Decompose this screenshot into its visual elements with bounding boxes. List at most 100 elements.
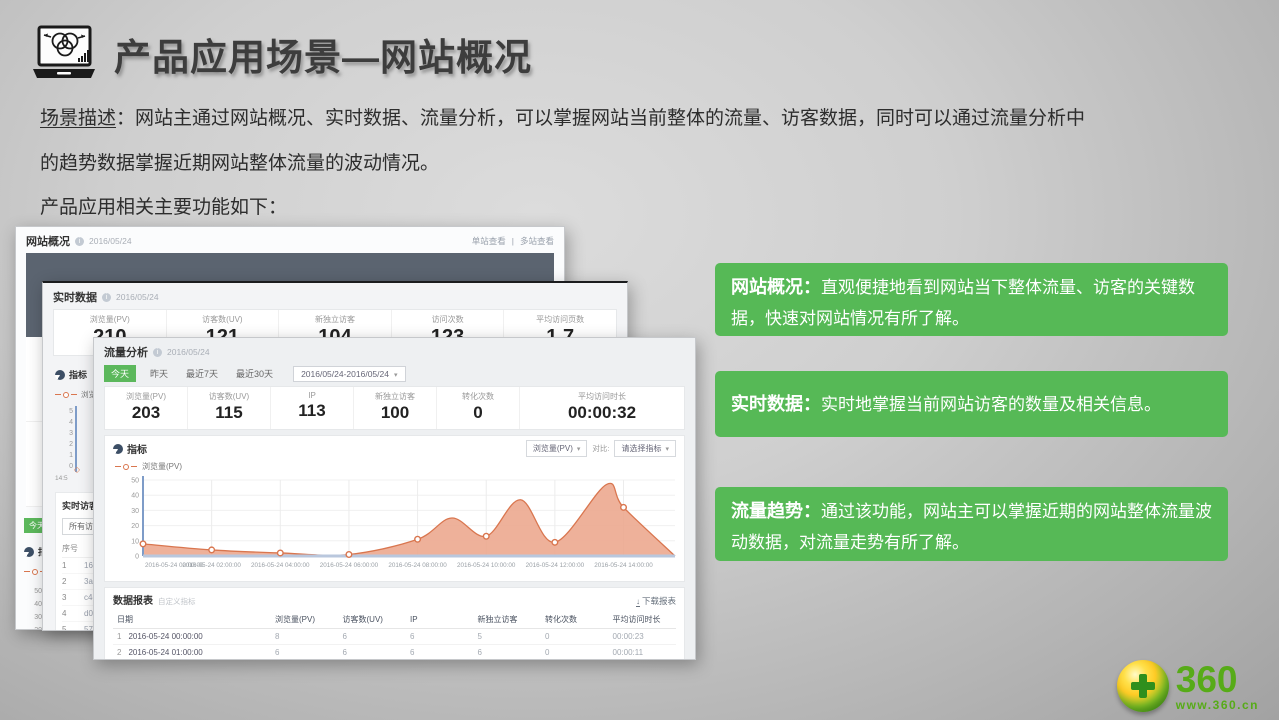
stat-item: 平均访问时长00:00:32 — [519, 387, 684, 429]
stat-label: 平均访问时长 — [520, 391, 684, 402]
y-axis-ticks: 543210 — [55, 406, 77, 472]
metric-dropdown[interactable]: 浏览量(PV) — [526, 440, 588, 457]
metric-section-title: 指标 — [127, 441, 147, 456]
report-subtitle: 自定义指标 — [158, 596, 196, 607]
stat-label: 新独立访客 — [354, 391, 436, 402]
stat-label: 访客数(UV) — [188, 391, 270, 402]
y-tick: 40 — [24, 598, 42, 611]
cell: 00:00:11 — [609, 645, 677, 661]
stat-label: 浏览量(PV) — [105, 391, 187, 402]
x-tick-label: 2016-05-24 12:00:00 — [526, 562, 585, 569]
y-tick: 1 — [55, 450, 73, 461]
logo-360: 360 www.360.cn — [1117, 660, 1259, 712]
title-row: 产品应用场景—网站概况 — [30, 24, 532, 84]
callout-title: 流量趋势： — [731, 501, 821, 521]
stat-value: 100 — [354, 403, 436, 423]
y-tick: 50 — [24, 585, 42, 598]
metric-pie-icon — [24, 547, 34, 557]
column-header: 访客数(UV) — [339, 611, 407, 629]
stat-label: 平均访问页数 — [504, 314, 616, 325]
stat-item: 浏览量(PV)203 — [105, 387, 187, 429]
info-icon — [75, 237, 84, 246]
data-point-marker — [415, 536, 421, 542]
info-icon — [102, 293, 111, 302]
traffic-date: 2016/05/24 — [167, 347, 210, 357]
cell: 6 — [406, 629, 474, 645]
overview-title: 网站概况 — [26, 233, 70, 249]
callout-text: 实时地掌握当前网站访客的数量及相关信息。 — [821, 395, 1161, 414]
y-tick: 4 — [55, 417, 73, 428]
cell: 00:00:23 — [609, 629, 677, 645]
tab-最近30天[interactable]: 最近30天 — [232, 365, 277, 382]
overview-date: 2016/05/24 — [89, 236, 132, 246]
date-range-picker[interactable]: 2016/05/24-2016/05/24 — [293, 366, 405, 382]
stat-label: 转化次数 — [437, 391, 519, 402]
stat-value: 203 — [105, 403, 187, 423]
x-tick-label: 2016-05-24 04:00:00 — [251, 562, 310, 569]
x-tick-label: 2016-05-24 10:00:00 — [457, 562, 516, 569]
chevron-down-icon — [394, 369, 398, 379]
metric-pie-icon — [55, 370, 65, 380]
scenario-description: 场景描述：网站主通过网站概况、实时数据、流量分析，可以掌握网站当前整体的流量、访… — [40, 96, 1235, 186]
realtime-date: 2016/05/24 — [116, 292, 159, 302]
y-tick: 30 — [24, 611, 42, 624]
stat-item: 访客数(UV)115 — [187, 387, 270, 429]
download-icon — [636, 596, 640, 606]
y-tick-label: 40 — [131, 493, 139, 500]
cell: 6 — [339, 629, 407, 645]
y-axis-ticks: 50403020100 — [24, 585, 44, 630]
description-label: 场景描述 — [40, 108, 116, 129]
info-icon — [153, 348, 162, 357]
report-card: 数据报表 自定义指标 下载报表 日期浏览量(PV)访客数(UV)IP新独立访客转… — [104, 587, 685, 660]
callout-realtime: 实时数据：实时地掌握当前网站访客的数量及相关信息。 — [715, 371, 1228, 437]
metric-section-label: 指标 — [69, 368, 87, 381]
stat-label: 访问次数 — [392, 314, 504, 325]
cell: 0 — [541, 629, 609, 645]
logo-url: www.360.cn — [1176, 699, 1259, 711]
cell-date: 22016-05-24 01:00:00 — [113, 645, 271, 661]
y-tick: 2 — [55, 439, 73, 450]
tab-今天[interactable]: 今天 — [104, 365, 136, 382]
download-report-button[interactable]: 下载报表 — [636, 595, 676, 607]
stat-value: 0 — [437, 403, 519, 423]
y-tick-label: 30 — [131, 508, 139, 515]
stat-item: 转化次数0 — [436, 387, 519, 429]
stat-label: IP — [271, 391, 353, 400]
stat-label: 访客数(UV) — [167, 314, 279, 325]
tab-最近7天[interactable]: 最近7天 — [182, 365, 222, 382]
x-tick-label: 2016-05-24 02:00:00 — [182, 562, 241, 569]
traffic-header: 流量分析 2016/05/24 — [94, 338, 695, 364]
stat-item: 新独立访客100 — [353, 387, 436, 429]
link-divider: | — [512, 236, 514, 246]
y-tick-label: 0 — [135, 554, 139, 561]
column-header: IP — [406, 611, 474, 629]
stat-label: 新独立访客 — [279, 314, 391, 325]
legend-marker-icon — [63, 392, 69, 398]
cell: 6 — [406, 645, 474, 661]
legend-marker-icon — [32, 569, 38, 575]
tab-昨天[interactable]: 昨天 — [146, 365, 172, 382]
y-tick-label: 10 — [131, 538, 139, 545]
y-tick: 5 — [55, 406, 73, 417]
realtime-header: 实时数据 2016/05/24 — [43, 283, 627, 309]
row-date: 2016-05-24 00:00:00 — [128, 632, 202, 641]
360-sphere-icon — [1117, 660, 1169, 712]
cell: 0 — [541, 645, 609, 661]
logo-brand: 360 — [1176, 661, 1259, 698]
y-tick: 3 — [55, 428, 73, 439]
cell: 8 — [271, 629, 339, 645]
legend-marker-icon — [123, 464, 129, 470]
compare-dropdown[interactable]: 请选择指标 — [614, 440, 676, 457]
data-point-marker-icon: ◇ — [74, 466, 80, 474]
multi-site-view-link[interactable]: 多站查看 — [520, 235, 554, 247]
single-site-view-link[interactable]: 单站查看 — [472, 235, 506, 247]
data-point-marker — [140, 541, 146, 547]
stat-value: 115 — [188, 403, 270, 423]
data-point-marker — [277, 550, 283, 556]
chart-legend: 浏览量(PV) — [115, 461, 676, 472]
data-point-marker — [346, 552, 352, 558]
column-header: 日期 — [113, 611, 271, 629]
callout-trend: 流量趋势：通过该功能，网站主可以掌握近期的网站整体流量波动数据，对流量走势有所了… — [715, 487, 1228, 561]
chevron-down-icon — [665, 444, 669, 453]
y-tick: 0 — [55, 461, 73, 472]
